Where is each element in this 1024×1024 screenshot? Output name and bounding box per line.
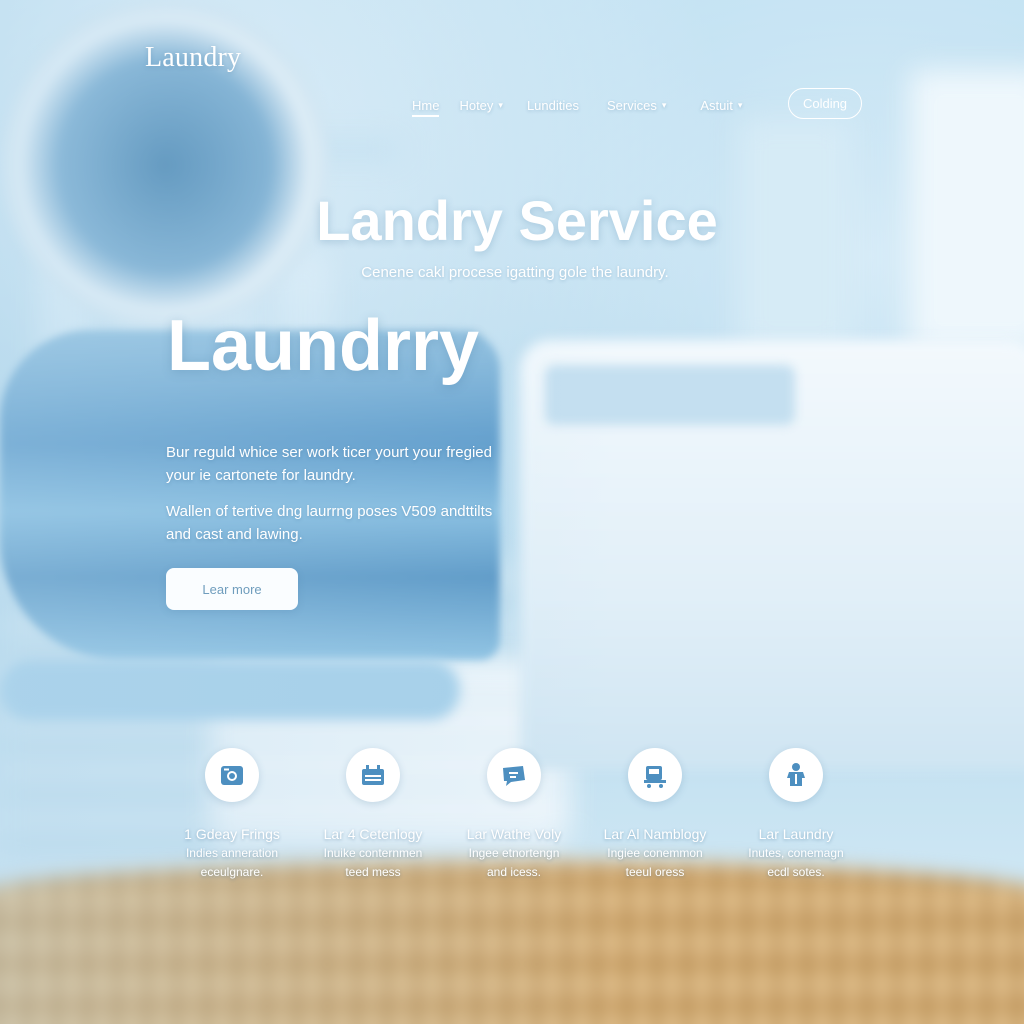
feature-title: Lar Al Namblogy [603,826,707,842]
nav-item-home[interactable]: Hme [412,97,440,117]
chevron-down-icon: ▾ [737,99,743,110]
intro-paragraph: Bur reguld whice ser work ticer yourt yo… [166,444,492,484]
feature-description: Inuike conternmen [323,846,423,860]
washer-icon [205,748,259,802]
learn-more-button[interactable]: Lear more [166,568,298,610]
feature-description: teeul oress [625,865,685,879]
section-heading: Laundrry [167,306,480,386]
feature-description: Ingiee conemmon [607,846,703,860]
feature-card[interactable]: Lar Al Namblogy Ingiee conemmon teeul or… [586,748,724,880]
feature-title: 1 Gdeay Frings [184,826,280,842]
feature-title: Lar 4 Cetenlogy [323,826,423,842]
nav-item-hotey[interactable]: Hotey ▾ [459,98,503,113]
hero-subtitle: Cenene cakl procese igatting gole the la… [361,264,669,281]
nav-item-services[interactable]: Services ▾ [607,98,666,113]
feature-description: ecdl sotes. [767,865,825,879]
nav-item-label: Astuit [700,97,733,113]
feature-description: Ingee etnortengn [468,846,560,860]
chevron-down-icon: ▾ [661,99,667,110]
cart-icon [628,748,682,802]
feature-description: Indies anneration [185,846,279,860]
main-nav: Hme Hotey ▾ Lundities Services ▾ Astuit … [412,95,742,117]
feature-card[interactable]: 1 Gdeay Frings Indies anneration eceulgn… [163,748,301,880]
header-cta-button[interactable]: Colding [788,88,862,119]
feature-title: Lar Wathe Voly [466,826,562,842]
chevron-down-icon: ▾ [498,99,503,110]
brand-logo[interactable]: Laundry [145,42,241,74]
nav-item-label: Services [607,97,657,113]
feature-card[interactable]: Lar Laundry Inutes, conemagn ecdl sotes. [727,748,865,880]
shirt-icon [769,748,823,802]
feature-description: teed mess [345,865,401,879]
detail-paragraph: Wallen of tertive dng laurrng poses V509… [166,503,493,543]
nav-item-label: Hme [412,97,440,113]
feature-list: 1 Gdeay Frings Indies anneration eceulgn… [163,748,867,880]
basket-icon [346,748,400,802]
feature-description: Inutes, conemagn [748,846,844,860]
hero-title: Landry Service [316,189,718,252]
nav-item-lundities[interactable]: Lundities [527,98,579,113]
nav-item-label: Lundities [526,97,579,113]
feature-card[interactable]: Lar 4 Cetenlogy Inuike conternmen teed m… [304,748,442,880]
feature-description: and icess. [486,865,542,879]
feature-card[interactable]: Lar Wathe Voly Ingee etnortengn and ices… [445,748,583,880]
chat-icon [487,748,541,802]
nav-item-label: Hotey [459,97,494,113]
feature-title: Lar Laundry [758,826,834,842]
feature-description: eceulgnare. [200,865,264,879]
nav-item-astuit[interactable]: Astuit ▾ [700,98,742,113]
